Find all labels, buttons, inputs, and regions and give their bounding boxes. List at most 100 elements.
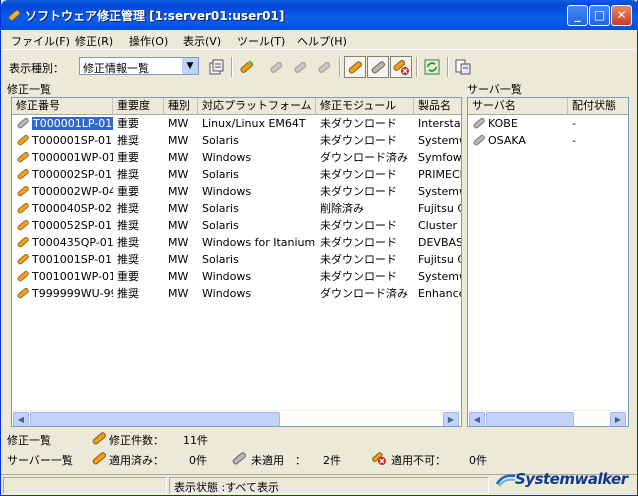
cell-severity: 推奨 (117, 134, 139, 147)
cell-type: MW (168, 151, 189, 164)
toolbar-separator (447, 57, 449, 77)
column-server-name[interactable]: サーバ名 (468, 98, 568, 115)
list-item[interactable]: KOBE - (468, 115, 628, 132)
cell-severity: 推奨 (117, 168, 139, 181)
unapplied-value: 2件 (323, 454, 341, 467)
cell-module: 未ダウンロード (320, 253, 397, 266)
server-list-header: サーバ名 配付状態 (468, 98, 628, 115)
menu-bar: ファイル(F) 修正(R) 操作(O) 表示(V) ツール(T) ヘルプ(H) (3, 30, 635, 50)
cell-product: Cluster (418, 219, 458, 232)
cell-platform: Solaris (202, 134, 239, 147)
fix-disabled-icon-2[interactable] (289, 56, 311, 78)
table-row[interactable]: T001001SP-01 推奨 MW Solaris 未ダウンロード Fujitsu Co… (12, 251, 461, 268)
fix-number: T000001SP-01 (32, 134, 113, 147)
column-product[interactable]: 製品名 (414, 98, 461, 115)
fix-list-view[interactable]: 修正番号 重要度 種別 対応プラットフォーム 修正モジュール 製品名 T0000… (11, 97, 462, 427)
close-button[interactable]: ✕ (611, 5, 632, 26)
table-row[interactable]: T000040SP-02 推奨 MW Solaris 削除済み Fujitsu Cobol (12, 200, 461, 217)
scroll-thumb[interactable] (486, 412, 574, 426)
cell-type: MW (168, 287, 189, 300)
scroll-right-button[interactable]: ▶ (610, 412, 626, 426)
column-type[interactable]: 種別 (164, 98, 198, 115)
menu-view[interactable]: 表示(V) (183, 33, 221, 49)
refresh-icon[interactable] (421, 56, 443, 78)
view-type-select[interactable]: 修正情報一覧 ▼ (79, 57, 199, 75)
table-row[interactable]: T000001SP-01 推奨 MW Solaris 未ダウンロード Systemwalk… (12, 132, 461, 149)
fix-icon (17, 118, 29, 129)
table-row[interactable]: T000002SP-01 推奨 MW Solaris 未ダウンロード PRIMECLUST… (12, 166, 461, 183)
cell-severity: 推奨 (117, 219, 139, 232)
table-row[interactable]: T000435QP-01 推奨 MW Windows for Itanium 未ダウンロ… (12, 234, 461, 251)
table-row[interactable]: T000001WP-01 重要 MW Windows ダウンロード済み Symfoware (12, 149, 461, 166)
cell-id: T001001SP-01 (12, 251, 113, 268)
summary-area: 修正一覧 修正件数： 11件 サーバー一覧 適用済み： 0件 未適用 ： 2件 … (1, 428, 637, 476)
apply-fix-icon[interactable] (236, 56, 258, 78)
unapplied-icon (232, 452, 246, 465)
cell-product: DEVBASE (418, 236, 461, 249)
cell-severity: 推奨 (117, 253, 139, 266)
cell-id: T999999WU-99 (12, 285, 113, 302)
table-row[interactable]: T000052SP-01 推奨 MW Solaris 未ダウンロード Cluster (12, 217, 461, 234)
cell-id: T000052SP-01 (12, 217, 113, 234)
cell-id: T000002WP-04 (12, 183, 113, 200)
menu-file[interactable]: ファイル(F) (11, 33, 70, 49)
server-list-title: サーバ一覧 (467, 83, 522, 96)
scroll-left-button[interactable]: ◀ (13, 412, 29, 426)
toolbar-separator (339, 57, 341, 77)
title-bar[interactable]: ソフトウェア修正管理 [1:server01:user01] _ □ ✕ (1, 0, 638, 30)
toolbar-separator (416, 57, 418, 77)
menu-help[interactable]: ヘルプ(H) (297, 33, 347, 49)
filter-applied-icon[interactable] (344, 56, 366, 78)
cell-module: 削除済み (320, 202, 364, 215)
scroll-left-button[interactable]: ◀ (469, 412, 485, 426)
table-row[interactable]: T999999WU-99 推奨 MW Windows ダウンロード済み Enhanced (12, 285, 461, 302)
cell-module: 未ダウンロード (320, 134, 397, 147)
filter-not-applicable-icon[interactable] (390, 56, 412, 78)
cell-platform: Solaris (202, 253, 239, 266)
cell-module: 未ダウンロード (320, 236, 397, 249)
table-row[interactable]: T001001WP-01 重要 MW Windows 未ダウンロード Systemwalk… (12, 268, 461, 285)
fix-list-hscrollbar[interactable]: ◀ ▶ (12, 410, 461, 426)
maximize-button[interactable]: □ (589, 5, 610, 26)
applied-label: 適用済み： (109, 454, 164, 467)
fix-icon (17, 271, 29, 282)
chevron-down-icon[interactable]: ▼ (182, 58, 198, 74)
fix-disabled-icon-1[interactable] (265, 56, 287, 78)
cell-module: 未ダウンロード (320, 117, 397, 130)
cell-platform: Windows (202, 287, 252, 300)
fix-disabled-icon-3[interactable] (313, 56, 335, 78)
menu-fix[interactable]: 修正(R) (75, 33, 113, 49)
fix-number: T000002WP-04 (32, 185, 113, 198)
column-module[interactable]: 修正モジュール (316, 98, 414, 115)
column-platform[interactable]: 対応プラットフォーム (198, 98, 316, 115)
cell-product: Interstage (418, 117, 461, 130)
properties-icon[interactable] (205, 56, 227, 78)
cell-type: MW (168, 202, 189, 215)
menu-operation[interactable]: 操作(O) (129, 33, 168, 49)
table-row[interactable]: T000002WP-04 重要 MW Windows 未ダウンロード Systemwalk… (12, 183, 461, 200)
server-list-view[interactable]: サーバ名 配付状態 KOBE - OSAKA - ◀ ▶ (467, 97, 629, 427)
cell-deploy-status: - (572, 134, 576, 147)
menu-tools[interactable]: ツール(T) (237, 33, 285, 49)
cell-severity: 重要 (117, 185, 139, 198)
cell-module: 未ダウンロード (320, 168, 397, 181)
filter-unapplied-icon[interactable] (367, 56, 389, 78)
column-deploy-status[interactable]: 配付状態 (568, 98, 628, 115)
cell-id: T000435QP-01 (12, 234, 113, 251)
list-item[interactable]: OSAKA - (468, 132, 628, 149)
cell-type: MW (168, 253, 189, 266)
column-severity[interactable]: 重要度 (113, 98, 164, 115)
cell-product: PRIMECLUSTER (418, 168, 461, 181)
export-icon[interactable] (452, 56, 474, 78)
app-window: ソフトウェア修正管理 [1:server01:user01] _ □ ✕ ファイ… (0, 0, 638, 496)
cell-deploy-status: - (572, 117, 576, 130)
minimize-button[interactable]: _ (567, 5, 588, 26)
column-fix-number[interactable]: 修正番号 (12, 98, 113, 115)
scroll-thumb[interactable] (30, 412, 280, 426)
table-row[interactable]: T000001LP-01 重要 MW Linux/Linux EM64T 未ダウンロード… (12, 115, 461, 132)
pane-splitter[interactable] (462, 97, 466, 427)
cell-type: MW (168, 219, 189, 232)
status-panel-empty (3, 477, 167, 494)
server-list-hscrollbar[interactable]: ◀ ▶ (468, 410, 628, 426)
scroll-right-button[interactable]: ▶ (443, 412, 459, 426)
